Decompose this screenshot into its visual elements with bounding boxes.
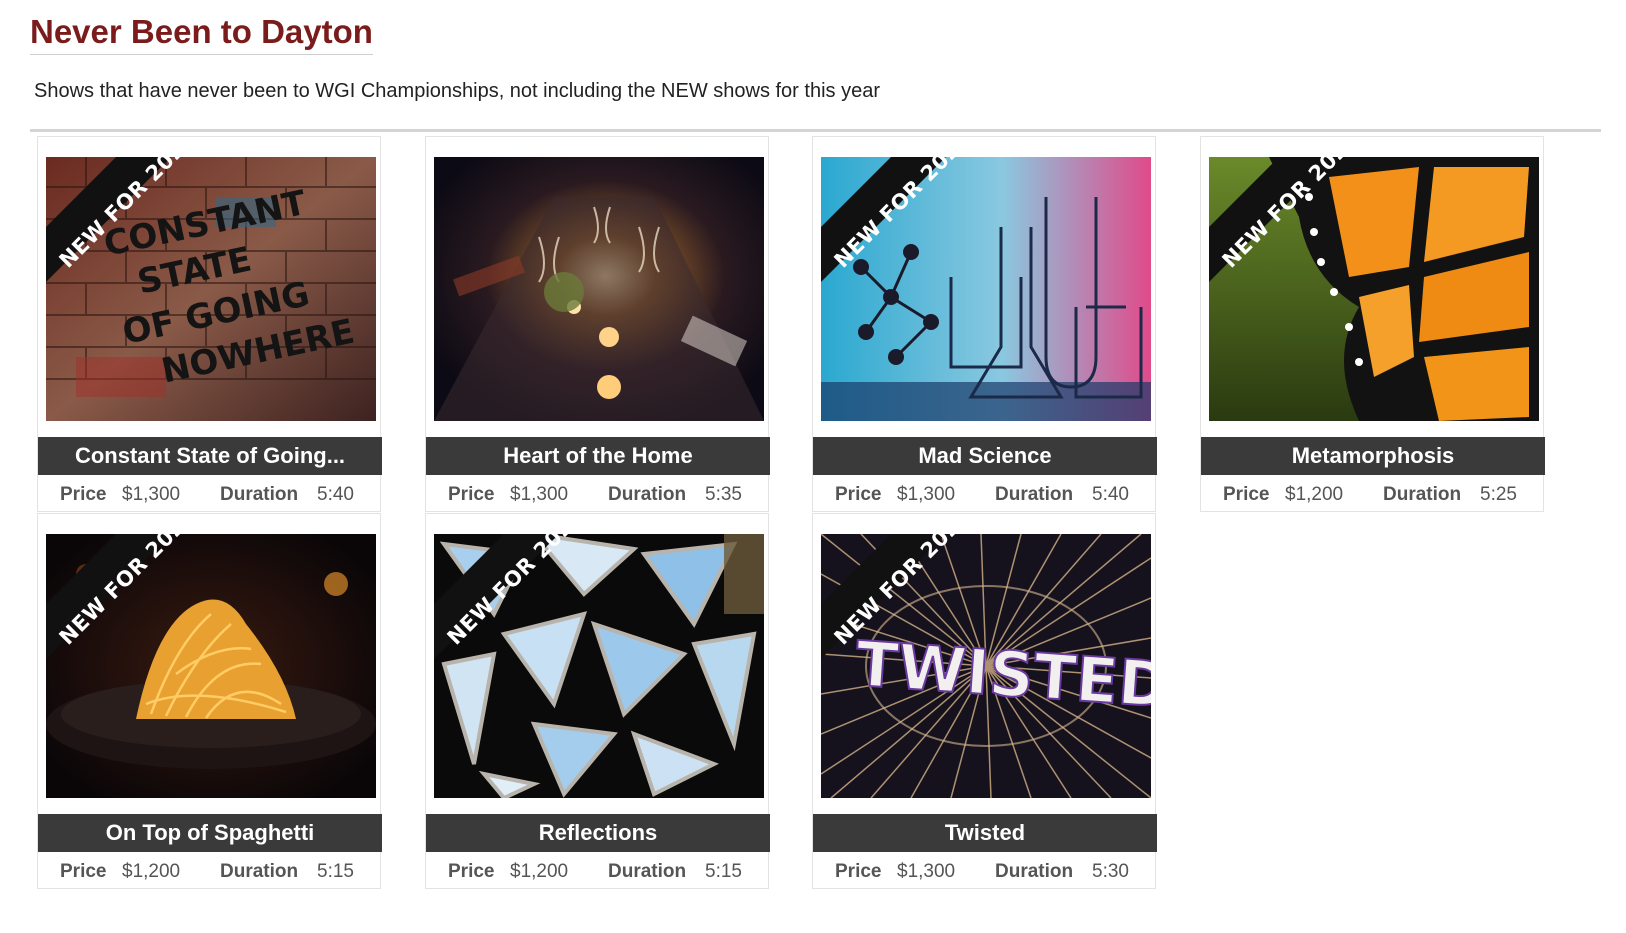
price-value: $1,300 (897, 861, 956, 882)
page: Never Been to Dayton Shows that have nev… (0, 0, 1626, 933)
show-card-heart-of-the-home[interactable]: Heart of the Home Price $1,300 Duration … (425, 136, 770, 512)
show-name[interactable]: Twisted (813, 814, 1157, 852)
price-value: $1,300 (510, 484, 569, 505)
duration-label: Duration (1383, 484, 1462, 505)
show-card-constant-state[interactable]: CONSTANT STATE OF GOING NOWHERE NEW FOR … (37, 136, 382, 512)
show-meta: Price $1,300 Duration 5:40 (813, 481, 1157, 509)
show-image[interactable]: NEW FOR 2025 (1209, 157, 1539, 421)
duration-label: Duration (220, 484, 299, 505)
duration-value: 5:40 (317, 484, 354, 505)
page-subtitle: Shows that have never been to WGI Champi… (34, 80, 880, 102)
show-image[interactable]: NEW FOR 2024 (434, 534, 764, 798)
duration-label: Duration (220, 861, 299, 882)
duration-value: 5:15 (705, 861, 742, 882)
show-name[interactable]: Reflections (426, 814, 770, 852)
duration-label: Duration (608, 861, 687, 882)
price-label: Price (1223, 484, 1270, 505)
show-card-on-top-of-spaghetti[interactable]: NEW FOR 2025 On Top of Spaghetti Price $… (37, 513, 382, 889)
duration-label: Duration (608, 484, 687, 505)
show-image[interactable]: TWISTED NEW FOR 2024 (821, 534, 1151, 798)
show-meta: Price $1,300 Duration 5:30 (813, 858, 1157, 886)
price-label: Price (835, 484, 882, 505)
price-label: Price (60, 861, 107, 882)
show-name[interactable]: Heart of the Home (426, 437, 770, 475)
show-image[interactable]: CONSTANT STATE OF GOING NOWHERE NEW FOR … (46, 157, 376, 421)
show-image[interactable] (434, 157, 764, 421)
show-card-reflections[interactable]: NEW FOR 2024 Reflections Price $1,200 Du… (425, 513, 770, 889)
price-label: Price (60, 484, 107, 505)
show-meta: Price $1,200 Duration 5:15 (426, 858, 770, 886)
show-card-twisted[interactable]: TWISTED NEW FOR 2024 Twisted Price $1,30… (812, 513, 1157, 889)
duration-value: 5:40 (1092, 484, 1129, 505)
duration-value: 5:30 (1092, 861, 1129, 882)
duration-label: Duration (995, 861, 1074, 882)
show-name[interactable]: On Top of Spaghetti (38, 814, 382, 852)
show-meta: Price $1,200 Duration 5:25 (1201, 481, 1545, 509)
price-label: Price (448, 861, 495, 882)
duration-value: 5:35 (705, 484, 742, 505)
duration-value: 5:25 (1480, 484, 1517, 505)
price-value: $1,200 (1285, 484, 1344, 505)
show-meta: Price $1,300 Duration 5:40 (38, 481, 382, 509)
page-title: Never Been to Dayton (30, 12, 373, 55)
show-name[interactable]: Mad Science (813, 437, 1157, 475)
show-image[interactable]: NEW FOR 2025 (46, 534, 376, 798)
show-card-metamorphosis[interactable]: NEW FOR 2025 Metamorphosis Price $1,200 … (1200, 136, 1545, 512)
duration-value: 5:15 (317, 861, 354, 882)
price-label: Price (448, 484, 495, 505)
price-value: $1,200 (510, 861, 569, 882)
duration-label: Duration (995, 484, 1074, 505)
divider (30, 129, 1601, 132)
show-name[interactable]: Constant State of Going... (38, 437, 382, 475)
price-label: Price (835, 861, 882, 882)
price-value: $1,300 (897, 484, 956, 505)
show-name[interactable]: Metamorphosis (1201, 437, 1545, 475)
show-meta: Price $1,300 Duration 5:35 (426, 481, 770, 509)
show-image[interactable]: NEW FOR 2024 (821, 157, 1151, 421)
show-card-mad-science[interactable]: NEW FOR 2024 Mad Science Price $1,300 Du… (812, 136, 1157, 512)
show-meta: Price $1,200 Duration 5:15 (38, 858, 382, 886)
price-value: $1,300 (122, 484, 181, 505)
price-value: $1,200 (122, 861, 181, 882)
